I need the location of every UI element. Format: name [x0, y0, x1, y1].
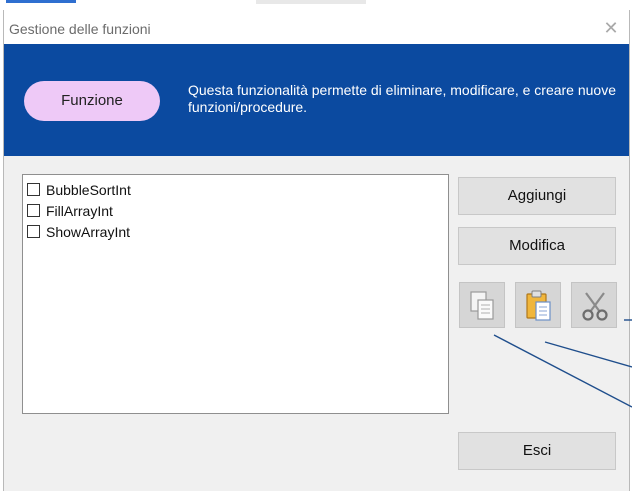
title-bar: Gestione delle funzioni ✕ — [4, 10, 629, 44]
scissors-icon — [582, 292, 608, 321]
function-checkbox[interactable] — [27, 225, 40, 238]
exit-button[interactable]: Esci — [458, 432, 616, 470]
list-item[interactable]: BubbleSortInt — [23, 179, 448, 200]
dialog-window: Gestione delle funzioni ✕ Funzione Quest… — [3, 10, 630, 491]
close-icon[interactable]: ✕ — [599, 16, 623, 40]
info-banner: Funzione Questa funzionalità permette di… — [4, 44, 629, 156]
window-title: Gestione delle funzioni — [9, 21, 151, 37]
modify-button[interactable]: Modifica — [458, 227, 616, 265]
function-name: FillArrayInt — [46, 202, 113, 219]
function-checkbox[interactable] — [27, 204, 40, 217]
copy-button[interactable] — [459, 282, 505, 328]
banner-description: Questa funzionalità permette di eliminar… — [188, 82, 616, 115]
function-name: ShowArrayInt — [46, 223, 131, 240]
function-list[interactable]: BubbleSortInt FillArrayInt ShowArrayInt — [22, 174, 449, 414]
section-pill: Funzione — [24, 81, 160, 121]
paste-button[interactable] — [515, 282, 561, 328]
background-fragment — [6, 0, 76, 3]
copy-icon — [470, 291, 494, 320]
list-item[interactable]: ShowArrayInt — [23, 221, 448, 242]
list-item[interactable]: FillArrayInt — [23, 200, 448, 221]
cut-button[interactable] — [571, 282, 617, 328]
function-checkbox[interactable] — [27, 183, 40, 196]
add-button[interactable]: Aggiungi — [458, 177, 616, 215]
background-fragment — [256, 0, 366, 4]
paste-icon — [526, 290, 551, 321]
function-name: BubbleSortInt — [46, 181, 131, 198]
background-strip — [0, 0, 632, 10]
